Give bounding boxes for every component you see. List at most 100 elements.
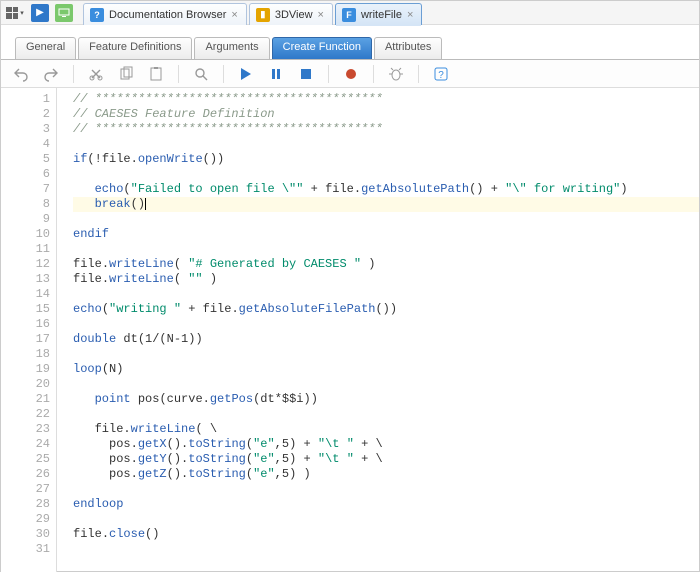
line-number: 13 — [1, 272, 50, 287]
code-line[interactable]: // *************************************… — [73, 92, 699, 107]
monitor-icon[interactable] — [55, 4, 73, 22]
pause-icon — [268, 66, 284, 82]
bug-icon — [388, 66, 404, 82]
code-line[interactable] — [73, 212, 699, 227]
line-number: 27 — [1, 482, 50, 497]
editor-toolbar: ? — [1, 60, 699, 88]
stop-button[interactable] — [296, 64, 316, 84]
view-cube-icon[interactable]: ▶ — [31, 4, 49, 22]
run-icon — [238, 66, 254, 82]
doc-tab-label: writeFile — [361, 9, 402, 21]
layout-grid-button[interactable]: ▾ — [5, 4, 25, 22]
line-number: 28 — [1, 497, 50, 512]
code-line[interactable]: file.writeLine( "" ) — [73, 272, 699, 287]
line-number: 20 — [1, 377, 50, 392]
help-button[interactable]: ? — [431, 64, 451, 84]
search-button[interactable] — [191, 64, 211, 84]
pause-button[interactable] — [266, 64, 286, 84]
line-number: 29 — [1, 512, 50, 527]
code-line[interactable]: break() — [73, 197, 699, 212]
line-number: 10 — [1, 227, 50, 242]
code-line[interactable]: file.writeLine( \ — [73, 422, 699, 437]
code-line[interactable] — [73, 407, 699, 422]
line-number: 1 — [1, 92, 50, 107]
code-editor[interactable]: 1234567891011121314151617181920212223242… — [1, 88, 699, 572]
line-number-gutter: 1234567891011121314151617181920212223242… — [1, 88, 57, 572]
code-line[interactable] — [73, 542, 699, 557]
code-line[interactable] — [73, 242, 699, 257]
code-line[interactable]: point pos(curve.getPos(dt*$$i)) — [73, 392, 699, 407]
line-number: 31 — [1, 542, 50, 557]
section-tab-general[interactable]: General — [15, 37, 76, 59]
code-line[interactable]: if(!file.openWrite()) — [73, 152, 699, 167]
search-icon — [193, 66, 209, 82]
redo-button[interactable] — [41, 64, 61, 84]
paste-button[interactable] — [146, 64, 166, 84]
run-button[interactable] — [236, 64, 256, 84]
line-number: 25 — [1, 452, 50, 467]
close-icon[interactable]: × — [407, 9, 413, 21]
doc-tab-icon: ? — [90, 8, 104, 22]
toolbar-separator — [373, 65, 374, 83]
line-number: 16 — [1, 317, 50, 332]
code-line[interactable]: pos.getZ().toString("e",5) ) — [73, 467, 699, 482]
section-tabs: GeneralFeature DefinitionsArgumentsCreat… — [1, 35, 699, 59]
doc-tab-label: 3DView — [275, 9, 313, 21]
close-icon[interactable]: × — [231, 9, 237, 21]
undo-button[interactable] — [11, 64, 31, 84]
code-area[interactable]: // *************************************… — [57, 88, 699, 572]
doc-tab-3dview[interactable]: ▮3DView× — [249, 3, 333, 25]
code-line[interactable] — [73, 482, 699, 497]
close-icon[interactable]: × — [318, 9, 324, 21]
section-tab-attributes[interactable]: Attributes — [374, 37, 442, 59]
code-line[interactable]: double dt(1/(N-1)) — [73, 332, 699, 347]
section-tab-feature-definitions[interactable]: Feature Definitions — [78, 37, 192, 59]
code-line[interactable]: file.close() — [73, 527, 699, 542]
bug-button[interactable] — [386, 64, 406, 84]
undo-icon — [13, 66, 29, 82]
code-line[interactable] — [73, 512, 699, 527]
section-tab-arguments[interactable]: Arguments — [194, 37, 269, 59]
doc-tab-label: Documentation Browser — [109, 9, 226, 21]
code-line[interactable]: file.writeLine( "# Generated by CAESES "… — [73, 257, 699, 272]
redo-icon — [43, 66, 59, 82]
doc-tab-documentation-browser[interactable]: ? Documentation Browser × — [83, 3, 247, 25]
toolbar-separator — [178, 65, 179, 83]
cut-button[interactable] — [86, 64, 106, 84]
doc-tab-writefile[interactable]: FwriteFile × — [335, 3, 422, 25]
svg-text:?: ? — [438, 70, 444, 81]
code-line[interactable] — [73, 347, 699, 362]
code-line[interactable] — [73, 317, 699, 332]
doc-tab-icon: F — [342, 8, 356, 22]
line-number: 11 — [1, 242, 50, 257]
line-number: 21 — [1, 392, 50, 407]
text-cursor — [145, 198, 146, 210]
help-icon: ? — [433, 66, 449, 82]
code-line[interactable] — [73, 167, 699, 182]
toolbar-separator — [73, 65, 74, 83]
code-line[interactable]: // *************************************… — [73, 122, 699, 137]
code-line[interactable]: pos.getY().toString("e",5) + "\t " + \ — [73, 452, 699, 467]
code-line[interactable] — [73, 137, 699, 152]
code-line[interactable]: endif — [73, 227, 699, 242]
code-line[interactable]: echo("Failed to open file \"" + file.get… — [73, 182, 699, 197]
line-number: 17 — [1, 332, 50, 347]
code-line[interactable]: loop(N) — [73, 362, 699, 377]
code-line[interactable] — [73, 377, 699, 392]
code-line[interactable]: pos.getX().toString("e",5) + "\t " + \ — [73, 437, 699, 452]
cut-icon — [88, 66, 104, 82]
top-toolbar: ▾ ▶ ?Documentation Browser×▮3DView×Fwrit… — [1, 1, 699, 25]
toolbar-separator — [418, 65, 419, 83]
code-line[interactable]: // CAESES Feature Definition — [73, 107, 699, 122]
line-number: 5 — [1, 152, 50, 167]
code-line[interactable]: echo("writing " + file.getAbsoluteFilePa… — [73, 302, 699, 317]
breakpoint-icon — [343, 66, 359, 82]
copy-button[interactable] — [116, 64, 136, 84]
code-line[interactable] — [73, 287, 699, 302]
section-tab-create-function[interactable]: Create Function — [272, 37, 372, 59]
line-number: 7 — [1, 182, 50, 197]
code-line[interactable]: endloop — [73, 497, 699, 512]
line-number: 3 — [1, 122, 50, 137]
breakpoint-button[interactable] — [341, 64, 361, 84]
line-number: 8 — [1, 197, 50, 212]
